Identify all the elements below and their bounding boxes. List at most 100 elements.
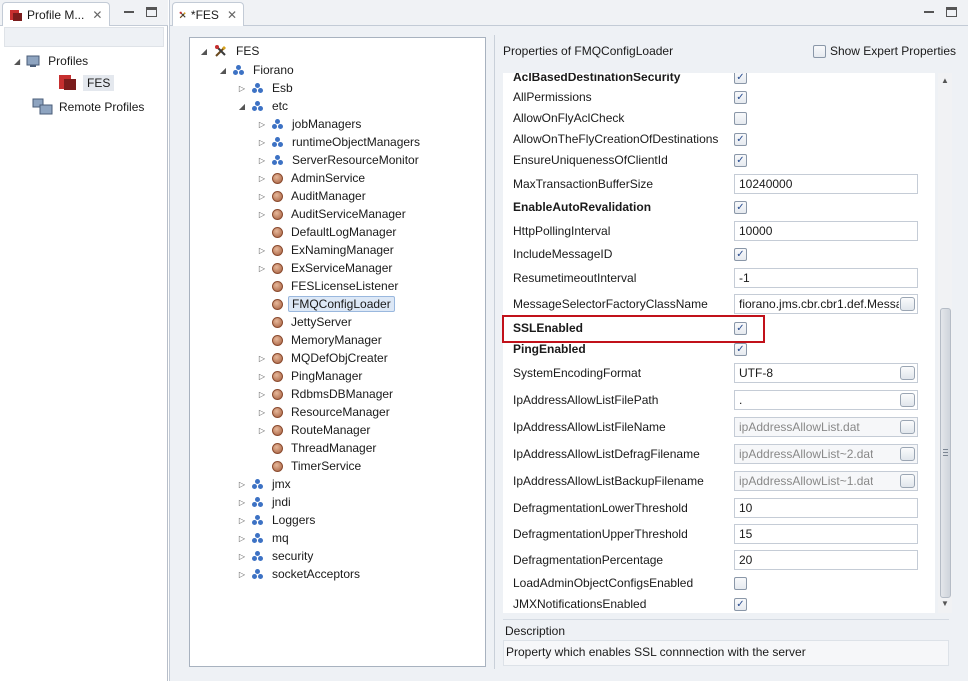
tree-node-fmqconfigloader[interactable]: FMQConfigLoader	[256, 295, 395, 313]
collapsed-triangle-icon[interactable]: ▷	[256, 424, 268, 436]
property-value-field[interactable]: 10	[734, 498, 918, 518]
collapsed-triangle-icon[interactable]: ▷	[236, 568, 248, 580]
collapsed-triangle-icon[interactable]: ▷	[236, 496, 248, 508]
collapsed-triangle-icon[interactable]: ▷	[256, 136, 268, 148]
tree-node-jmx[interactable]: ▷ jmx	[236, 475, 294, 493]
property-checkbox[interactable]	[734, 112, 747, 125]
tree-node-adminservice[interactable]: ▷ AdminService	[256, 169, 368, 187]
fes-editor-tab[interactable]: *FES ✕	[172, 2, 244, 26]
property-value-field[interactable]: 20	[734, 550, 918, 570]
property-value-field[interactable]: ipAddressAllowList.dat	[734, 417, 918, 437]
collapsed-triangle-icon[interactable]: ▷	[256, 244, 268, 256]
show-expert-checkbox[interactable]	[812, 44, 826, 58]
profile-manager-tab[interactable]: Profile M... ✕	[2, 2, 110, 26]
tree-node-security[interactable]: ▷ security	[236, 547, 316, 565]
tree-item-fes[interactable]: FES	[58, 74, 115, 92]
expanded-triangle-icon[interactable]: ◢	[236, 100, 248, 112]
collapsed-triangle-icon[interactable]: ▷	[256, 118, 268, 130]
tree-node-auditmanager[interactable]: ▷ AuditManager	[256, 187, 369, 205]
scroll-down-icon[interactable]: ▼	[941, 599, 949, 608]
property-value-field[interactable]: 10240000	[734, 174, 918, 194]
tree-node-threadmanager[interactable]: ThreadManager	[256, 439, 379, 457]
browse-button[interactable]	[900, 297, 915, 311]
collapsed-triangle-icon[interactable]: ▷	[256, 154, 268, 166]
tree-item-remote-profiles[interactable]: Remote Profiles	[32, 98, 144, 116]
tree-node-jobmanagers[interactable]: ▷ jobManagers	[256, 115, 364, 133]
tree-node-jndi[interactable]: ▷ jndi	[236, 493, 294, 511]
property-checkbox[interactable]: ✓	[734, 133, 747, 146]
tree-node-jettyserver[interactable]: JettyServer	[256, 313, 355, 331]
property-checkbox[interactable]: ✓	[734, 91, 747, 104]
property-value-field[interactable]: -1	[734, 268, 918, 288]
tree-node-fiorano[interactable]: ◢ Fiorano	[217, 61, 297, 79]
collapsed-triangle-icon[interactable]: ▷	[236, 514, 248, 526]
property-value-field[interactable]: ipAddressAllowList~1.dat	[734, 471, 918, 491]
property-value-field[interactable]: 15	[734, 524, 918, 544]
close-icon[interactable]: ✕	[92, 8, 102, 22]
show-expert-properties-toggle[interactable]: Show Expert Properties	[812, 41, 956, 61]
property-value-field[interactable]: UTF-8	[734, 363, 918, 383]
property-value-field[interactable]: ipAddressAllowList~2.dat	[734, 444, 918, 464]
tree-node-esb[interactable]: ▷ Esb	[236, 79, 296, 97]
collapsed-triangle-icon[interactable]: ▷	[236, 532, 248, 544]
property-checkbox[interactable]	[734, 577, 747, 590]
browse-button[interactable]	[900, 393, 915, 407]
tree-node-exnamingmanager[interactable]: ▷ ExNamingManager	[256, 241, 397, 259]
expanded-triangle-icon[interactable]: ◢	[217, 64, 229, 76]
collapsed-triangle-icon[interactable]: ▷	[256, 262, 268, 274]
tree-node-resourcemanager[interactable]: ▷ ResourceManager	[256, 403, 393, 421]
browse-button[interactable]	[900, 474, 915, 488]
property-checkbox[interactable]: ✓	[734, 201, 747, 214]
browse-button[interactable]	[900, 366, 915, 380]
property-value-field[interactable]: 10000	[734, 221, 918, 241]
scrollbar-thumb[interactable]	[940, 308, 951, 598]
collapsed-triangle-icon[interactable]: ▷	[256, 388, 268, 400]
expanded-triangle-icon[interactable]: ◢	[14, 57, 20, 66]
minimize-icon[interactable]	[122, 6, 136, 18]
collapsed-triangle-icon[interactable]: ▷	[256, 406, 268, 418]
tree-node-etc[interactable]: ◢ etc	[236, 97, 291, 115]
tree-node-mqdefobjcreater[interactable]: ▷ MQDefObjCreater	[256, 349, 391, 367]
tree-node-auditservicemanager[interactable]: ▷ AuditServiceManager	[256, 205, 409, 223]
tree-node-routemanager[interactable]: ▷ RouteManager	[256, 421, 373, 439]
tree-node-pingmanager[interactable]: ▷ PingManager	[256, 367, 365, 385]
tree-node-mq[interactable]: ▷ mq	[236, 529, 292, 547]
tree-node-fes[interactable]: ◢ FES	[198, 42, 262, 60]
tree-node-defaultlogmanager[interactable]: DefaultLogManager	[256, 223, 399, 241]
property-checkbox[interactable]: ✓	[734, 248, 747, 261]
collapsed-triangle-icon[interactable]: ▷	[236, 550, 248, 562]
collapsed-triangle-icon[interactable]: ▷	[256, 190, 268, 202]
collapsed-triangle-icon[interactable]: ▷	[256, 208, 268, 220]
property-value-field[interactable]: fiorano.jms.cbr.cbr1.def.MessageSelector…	[734, 294, 918, 314]
tree-node-serverresourcemonitor[interactable]: ▷ ServerResourceMonitor	[256, 151, 422, 169]
property-checkbox[interactable]: ✓	[734, 343, 747, 356]
collapsed-triangle-icon[interactable]: ▷	[256, 172, 268, 184]
properties-scrollbar[interactable]: ▲ ▼	[938, 73, 952, 613]
minimize-icon[interactable]	[922, 6, 936, 18]
browse-button[interactable]	[900, 447, 915, 461]
collapsed-triangle-icon[interactable]: ▷	[256, 352, 268, 364]
property-checkbox[interactable]: ✓	[734, 154, 747, 167]
collapsed-triangle-icon[interactable]: ▷	[256, 370, 268, 382]
browse-button[interactable]	[900, 420, 915, 434]
ssl-enabled-highlight	[502, 315, 765, 343]
tree-node-timerservice[interactable]: TimerService	[256, 457, 364, 475]
tree-node-runtimeobjectmanagers[interactable]: ▷ runtimeObjectManagers	[256, 133, 423, 151]
property-value-field[interactable]: .	[734, 390, 918, 410]
maximize-icon[interactable]	[946, 7, 957, 17]
tree-node-feslicenselistener[interactable]: FESLicenseListener	[256, 277, 401, 295]
tree-node-rdbmsdbmanager[interactable]: ▷ RdbmsDBManager	[256, 385, 396, 403]
close-icon[interactable]: ✕	[227, 8, 237, 22]
collapsed-triangle-icon[interactable]: ▷	[236, 478, 248, 490]
tree-node-memorymanager[interactable]: MemoryManager	[256, 331, 385, 349]
property-checkbox[interactable]: ✓	[734, 73, 747, 84]
tree-node-exservicemanager[interactable]: ▷ ExServiceManager	[256, 259, 395, 277]
scroll-up-icon[interactable]: ▲	[941, 76, 949, 85]
maximize-icon[interactable]	[146, 7, 157, 17]
tree-item-profiles[interactable]: ◢ Profiles	[14, 52, 88, 70]
tree-node-loggers[interactable]: ▷ Loggers	[236, 511, 318, 529]
collapsed-triangle-icon[interactable]: ▷	[236, 82, 248, 94]
property-checkbox[interactable]: ✓	[734, 598, 747, 611]
expanded-triangle-icon[interactable]: ◢	[198, 45, 210, 57]
tree-node-socketacceptors[interactable]: ▷ socketAcceptors	[236, 565, 363, 583]
